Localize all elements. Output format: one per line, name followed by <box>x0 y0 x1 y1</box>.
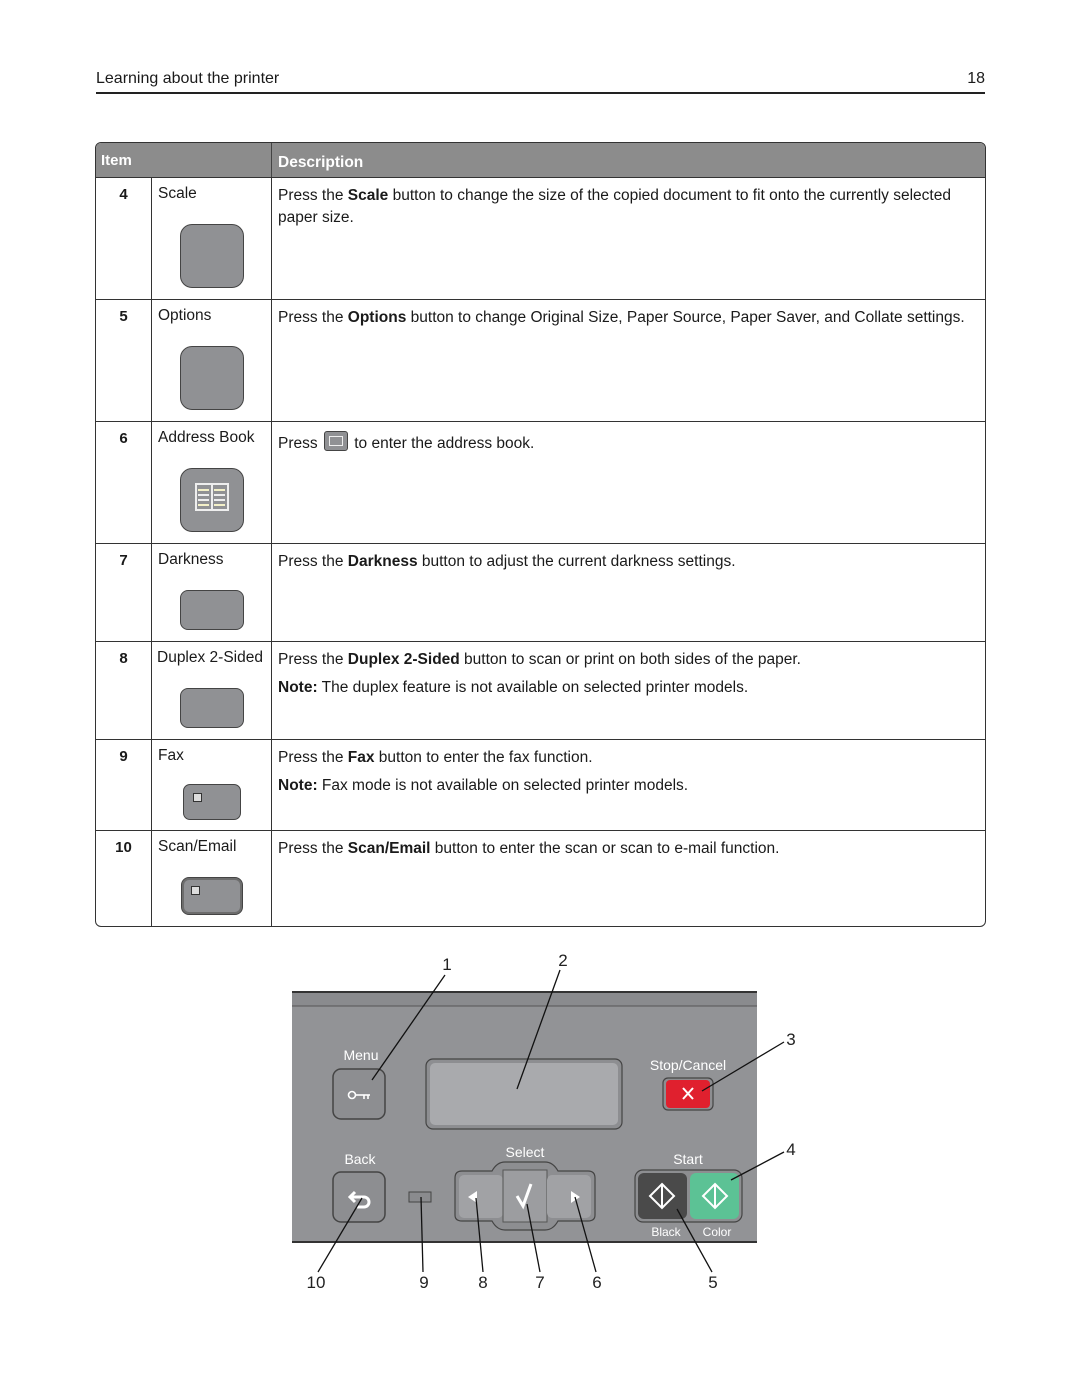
x-icon <box>682 1087 694 1100</box>
item-description: Press to enter the address book. <box>271 422 985 543</box>
back-arrow-icon <box>347 1190 371 1209</box>
right-arrow-button[interactable] <box>547 1175 591 1218</box>
callout-7: 7 <box>535 1273 544 1292</box>
table-row: 4 Scale Press the Scale button to change… <box>96 177 985 299</box>
item-number: 7 <box>119 552 128 569</box>
options-button-icon <box>180 346 244 410</box>
right-arrow-icon <box>571 1191 580 1203</box>
scale-button-icon <box>180 224 244 288</box>
item-name: Darkness <box>158 551 224 568</box>
callout-1: 1 <box>442 955 451 974</box>
select-label: Select <box>506 1144 545 1160</box>
page-number: 18 <box>967 70 985 87</box>
start-black-button[interactable] <box>638 1173 687 1219</box>
item-name: Options <box>158 307 212 324</box>
start-label: Start <box>673 1151 703 1167</box>
item-name: Duplex 2-Sided <box>157 649 263 666</box>
callout-2: 2 <box>558 951 567 970</box>
display-screen <box>430 1063 618 1125</box>
section-title: Learning about the printer <box>96 70 280 87</box>
table-row: 9 Fax Press the Fax button to enter the … <box>96 739 985 830</box>
item-description: Press the Fax button to enter the fax fu… <box>271 740 985 830</box>
select-check-button[interactable] <box>502 1169 548 1223</box>
indicator-light <box>408 1191 432 1203</box>
item-number: 4 <box>119 186 128 203</box>
led-indicator-icon <box>191 886 200 895</box>
callout-8: 8 <box>478 1273 487 1292</box>
table-row: 7 Darkness Press the Darkness button to … <box>96 543 985 641</box>
table-row: 8 Duplex 2-Sided Press the Duplex 2-Side… <box>96 641 985 739</box>
table-row: 10 Scan/Email Press the Scan/Email butto… <box>96 830 985 926</box>
item-description: Press the Darkness button to adjust the … <box>271 544 985 641</box>
darkness-button-icon <box>180 590 244 630</box>
color-label: Color <box>703 1225 732 1239</box>
item-name: Scan/Email <box>158 838 237 855</box>
callout-9: 9 <box>419 1273 428 1292</box>
item-name: Fax <box>158 747 184 764</box>
item-number: 10 <box>115 839 132 856</box>
item-description: Press the Options button to change Origi… <box>271 300 985 421</box>
address-book-inline-icon <box>323 431 348 451</box>
left-arrow-button[interactable] <box>459 1175 503 1218</box>
item-number: 6 <box>119 430 128 447</box>
fax-button-icon <box>183 784 241 820</box>
start-color-button[interactable] <box>690 1173 739 1219</box>
menu-button[interactable] <box>332 1068 386 1120</box>
column-header-description: Description <box>271 143 985 177</box>
table-row: 6 Address Book Press to enter the addres… <box>96 421 985 543</box>
scan-email-button-icon <box>181 877 243 915</box>
callout-4: 4 <box>786 1140 795 1159</box>
item-description: Press the Scale button to change the siz… <box>271 178 985 299</box>
key-icon <box>347 1090 370 1100</box>
table-row: 5 Options Press the Options button to ch… <box>96 299 985 421</box>
checkmark-icon <box>515 1183 533 1210</box>
item-name: Address Book <box>158 429 255 446</box>
start-diamond-icon <box>701 1182 729 1210</box>
left-arrow-icon <box>468 1191 477 1203</box>
address-book-icon <box>180 468 244 532</box>
items-table: Item Description 4 Scale Press the Scale… <box>95 142 986 927</box>
item-description: Press the Scan/Email button to enter the… <box>271 831 985 926</box>
back-label: Back <box>344 1151 376 1167</box>
callout-6: 6 <box>592 1273 601 1292</box>
item-name: Scale <box>158 185 197 202</box>
black-label: Black <box>651 1225 681 1239</box>
item-description: Press the Duplex 2-Sided button to scan … <box>271 642 985 739</box>
table-header-row: Item Description <box>96 143 985 177</box>
menu-label: Menu <box>343 1047 378 1063</box>
callout-3: 3 <box>786 1030 795 1049</box>
start-diamond-icon <box>648 1182 676 1210</box>
item-number: 5 <box>119 308 128 325</box>
column-header-item: Item <box>101 152 132 169</box>
back-button[interactable] <box>332 1171 386 1223</box>
stop-cancel-label: Stop/Cancel <box>650 1057 726 1073</box>
stop-cancel-button[interactable] <box>666 1080 710 1108</box>
item-number: 9 <box>119 748 128 765</box>
page-header: Learning about the printer 18 <box>96 68 985 94</box>
led-indicator-icon <box>193 793 202 802</box>
panel-body <box>292 992 757 1242</box>
display-bezel <box>425 1058 623 1130</box>
callout-10: 10 <box>307 1273 326 1292</box>
duplex-button-icon <box>180 688 244 728</box>
callout-lines <box>317 969 785 1273</box>
panel-top-strip <box>292 992 757 1006</box>
item-number: 8 <box>119 650 128 667</box>
callout-5: 5 <box>708 1273 717 1292</box>
